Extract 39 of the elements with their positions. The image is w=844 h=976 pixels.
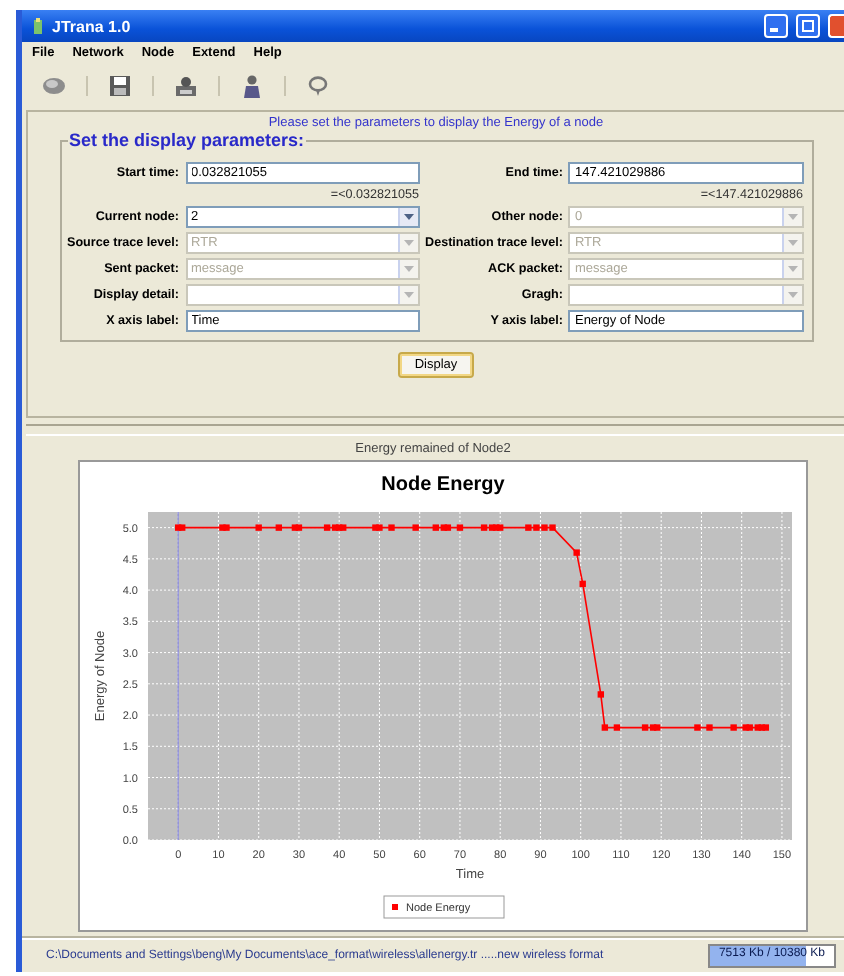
caret-icon: [787, 292, 797, 298]
minimize-button[interactable]: [764, 14, 788, 38]
disk-icon: [42, 74, 66, 98]
maximize-icon: [802, 20, 814, 32]
data-point: [579, 580, 586, 588]
data-point: [275, 524, 282, 531]
caret-icon: [403, 292, 414, 298]
caret-icon: [787, 240, 797, 246]
data-point: [597, 691, 604, 698]
save-icon: [108, 74, 132, 98]
data-point: [412, 524, 419, 531]
caret-icon: [403, 214, 414, 220]
data-point: [456, 524, 464, 531]
data-point: [601, 724, 609, 731]
data-point: [730, 724, 737, 731]
app-icon: [30, 17, 46, 35]
caret-icon: [403, 266, 414, 272]
toolbar-button[interactable]: [108, 74, 132, 98]
caret-icon: [403, 240, 414, 246]
person-icon: [240, 74, 264, 98]
data-point: [255, 524, 262, 531]
toolbar-button[interactable]: [174, 74, 198, 98]
data-point: [706, 724, 713, 731]
caret-icon: [787, 214, 797, 220]
caret-icon: [787, 266, 797, 272]
window-title: JTrana 1.0: [52, 17, 133, 35]
toolbar-button[interactable]: [240, 74, 264, 98]
legend-marker: [392, 904, 398, 910]
toolbar-button[interactable]: [306, 74, 330, 98]
data-point: [613, 724, 621, 731]
maximize-button[interactable]: [796, 14, 820, 38]
close-button[interactable]: [828, 14, 844, 38]
person-icon: [174, 74, 198, 98]
group-title: Set the display parameters:: [67, 130, 307, 150]
data-point: [694, 724, 701, 731]
speech-bubble-icon: [306, 74, 330, 98]
data-point: [388, 524, 395, 531]
data-point: [573, 549, 580, 556]
chart-title: Node Energy: [381, 474, 505, 496]
